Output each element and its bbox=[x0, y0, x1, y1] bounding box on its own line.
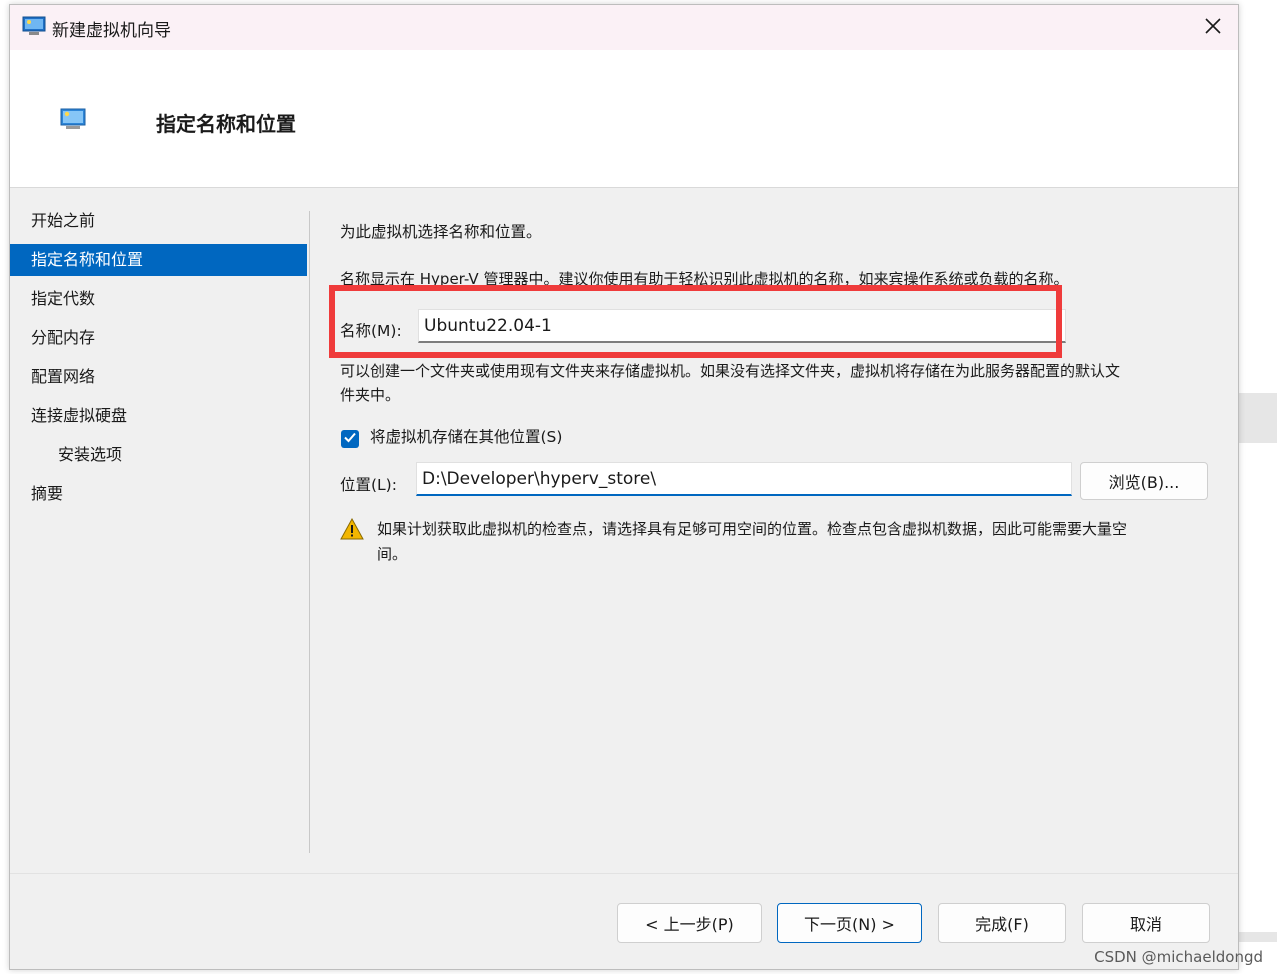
folder-description-line2: 件夹中。 bbox=[340, 386, 401, 404]
previous-button[interactable]: < 上一步(P) bbox=[617, 903, 762, 943]
name-input[interactable]: Ubuntu22.04-1 bbox=[418, 309, 1066, 343]
step-network[interactable]: 配置网络 bbox=[10, 361, 307, 393]
step-memory[interactable]: 分配内存 bbox=[10, 322, 307, 354]
warning-icon bbox=[340, 517, 364, 544]
intro-text: 为此虚拟机选择名称和位置。 bbox=[340, 223, 542, 241]
checkmark-icon bbox=[343, 430, 357, 448]
folder-description-line1: 可以创建一个文件夹或使用现有文件夹来存储虚拟机。如果没有选择文件夹，虚拟机将存储… bbox=[340, 362, 1121, 380]
background-strip bbox=[1239, 932, 1277, 942]
name-label: 名称(M): bbox=[340, 322, 402, 340]
page-heading: 指定名称和位置 bbox=[156, 112, 296, 136]
wizard-steps: 开始之前 指定名称和位置 指定代数 分配内存 配置网络 连接虚拟硬盘 安装选项 … bbox=[10, 205, 307, 517]
warning-text-line1: 如果计划获取此虚拟机的检查点，请选择具有足够可用空间的位置。检查点包含虚拟机数据… bbox=[377, 520, 1128, 538]
store-elsewhere-checkbox[interactable] bbox=[341, 430, 359, 448]
cancel-button[interactable]: 取消 bbox=[1082, 903, 1210, 943]
monitor-icon bbox=[22, 16, 46, 36]
step-before-you-begin[interactable]: 开始之前 bbox=[10, 205, 307, 237]
browse-button[interactable]: 浏览(B)... bbox=[1080, 462, 1208, 500]
background-strip bbox=[1239, 393, 1277, 443]
wizard-window: 新建虚拟机向导 指定名称和位置 开始之前 指定名称和位置 指定代数 分配内存 配… bbox=[9, 4, 1239, 970]
location-label: 位置(L): bbox=[340, 476, 397, 494]
title-bar: 新建虚拟机向导 bbox=[10, 5, 1238, 50]
sidebar-divider bbox=[309, 211, 310, 853]
location-input[interactable]: D:\Developer\hyperv_store\ bbox=[416, 462, 1072, 496]
warning-text-line2: 间。 bbox=[377, 545, 408, 563]
watermark: CSDN @michaeldongd bbox=[1094, 948, 1263, 966]
footer-divider bbox=[10, 873, 1238, 874]
step-name-location[interactable]: 指定名称和位置 bbox=[10, 244, 307, 276]
wizard-header: 指定名称和位置 bbox=[10, 50, 1238, 188]
monitor-icon bbox=[60, 108, 86, 130]
step-virtual-disk[interactable]: 连接虚拟硬盘 bbox=[10, 400, 307, 432]
step-summary[interactable]: 摘要 bbox=[10, 478, 307, 510]
close-button[interactable] bbox=[1188, 5, 1238, 50]
close-icon bbox=[1204, 17, 1222, 39]
store-elsewhere-label[interactable]: 将虚拟机存储在其他位置(S) bbox=[370, 425, 562, 449]
window-title: 新建虚拟机向导 bbox=[52, 21, 171, 41]
step-install-options[interactable]: 安装选项 bbox=[10, 439, 307, 471]
next-button[interactable]: 下一页(N) > bbox=[777, 903, 922, 943]
step-generation[interactable]: 指定代数 bbox=[10, 283, 307, 315]
finish-button[interactable]: 完成(F) bbox=[938, 903, 1066, 943]
name-description: 名称显示在 Hyper-V 管理器中。建议你使用有助于轻松识别此虚拟机的名称，如… bbox=[340, 270, 1069, 288]
